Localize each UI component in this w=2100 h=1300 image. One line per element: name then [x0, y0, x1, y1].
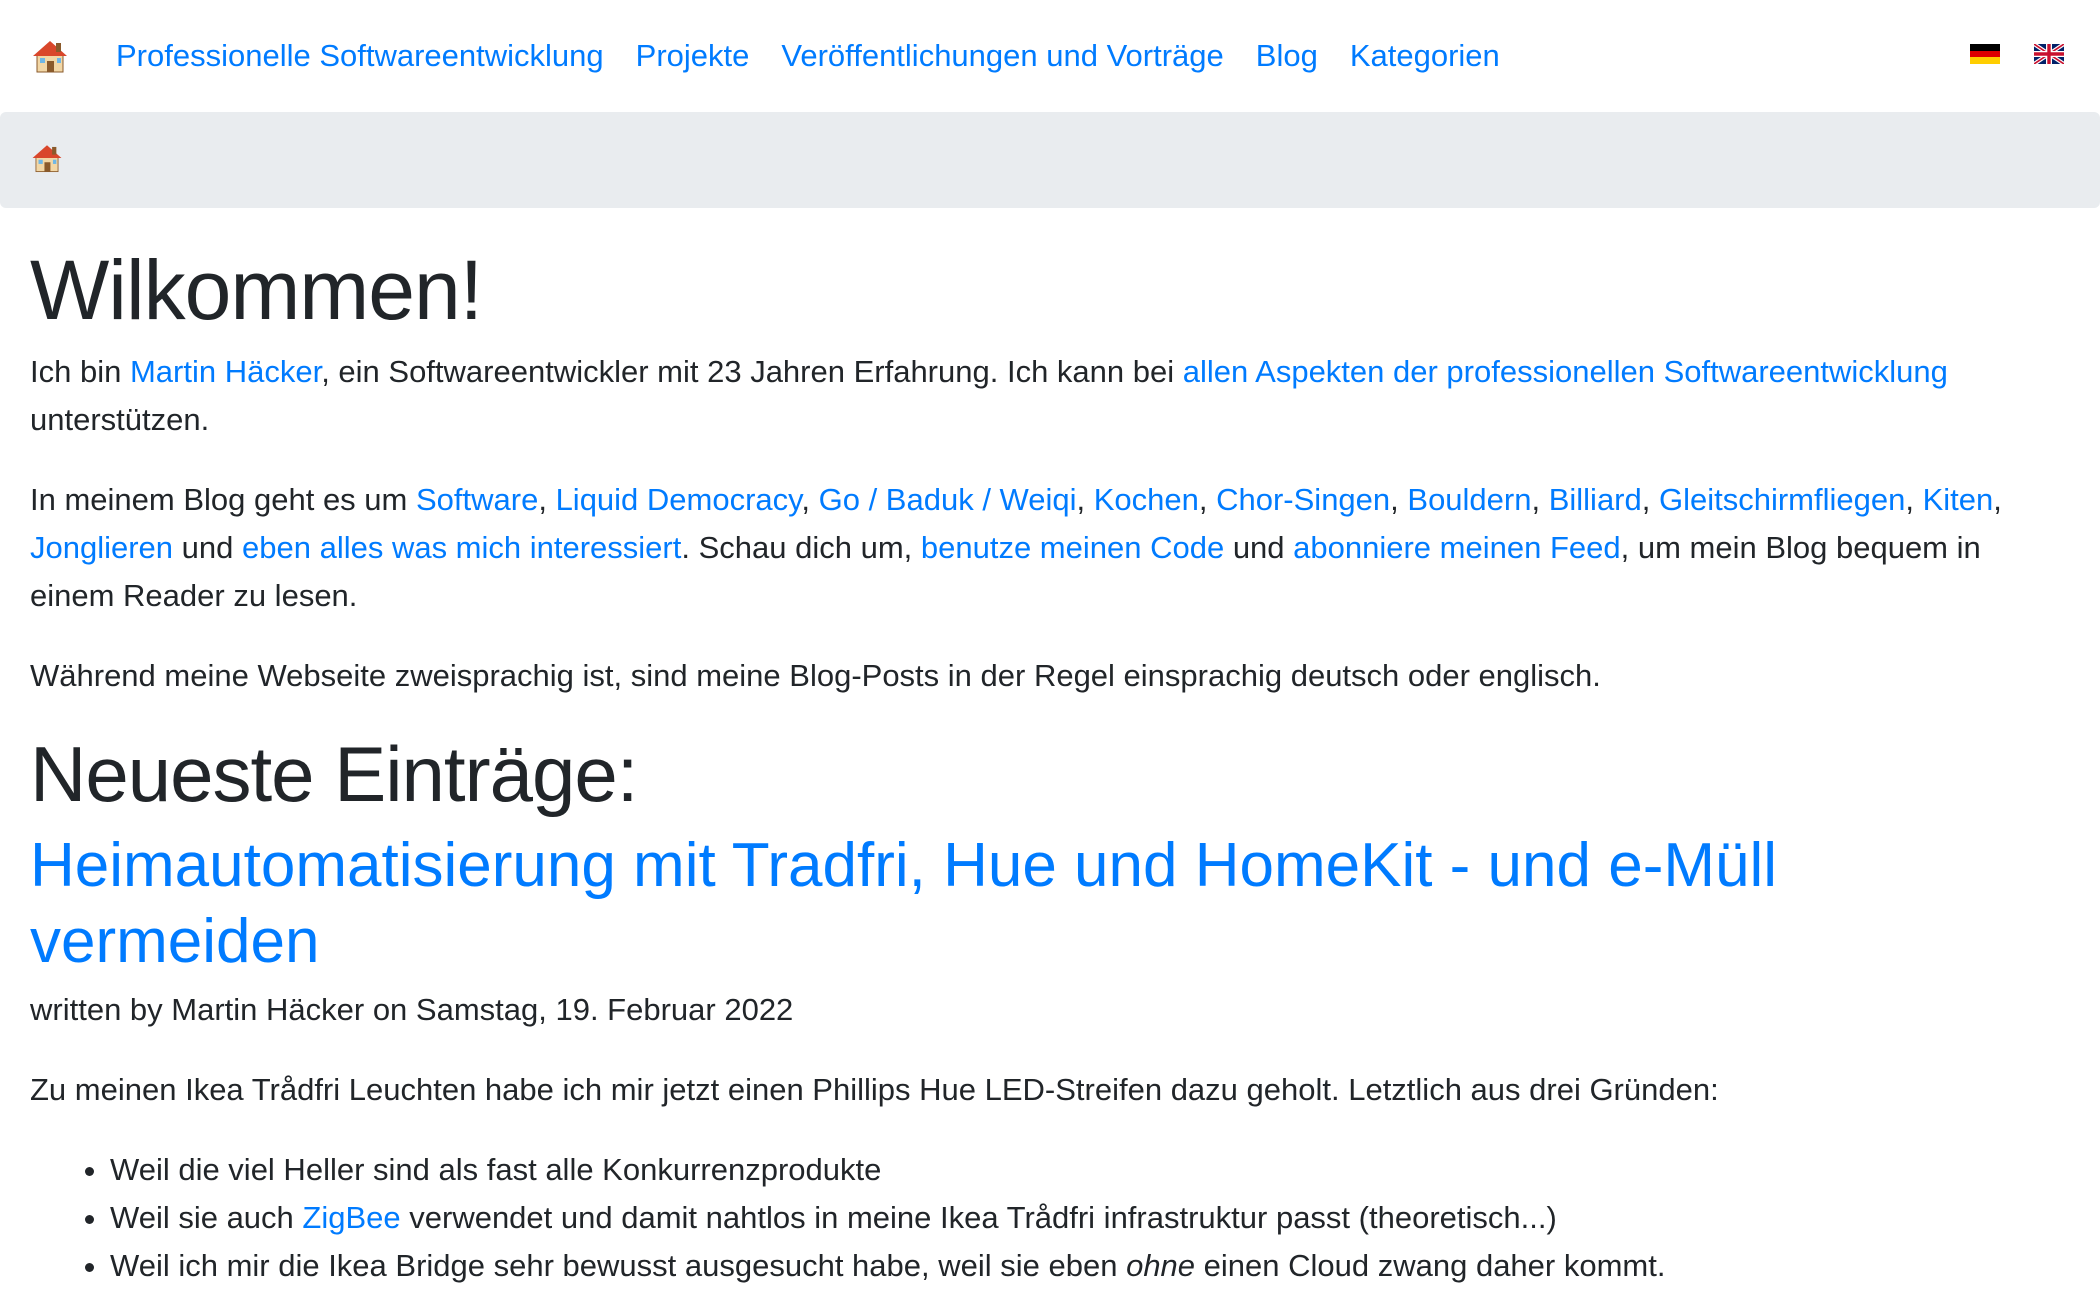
professional-dev-link[interactable]: allen Aspekten der professionellen Softw… [1183, 354, 1948, 389]
intro-text-3: unterstützen. [30, 402, 210, 438]
post-intro: Zu meinen Ikea Trådfri Leuchten habe ich… [30, 1072, 1719, 1108]
nav-categories[interactable]: Kategorien [1350, 38, 1500, 74]
topic-link-jonglieren[interactable]: Jonglieren [30, 530, 173, 565]
separator: , [1198, 482, 1217, 518]
topic-link-chor-singen[interactable]: Chor-Singen [1216, 482, 1390, 517]
nav-blog[interactable]: Blog [1256, 38, 1318, 74]
language-switcher [1970, 0, 2064, 112]
feed-link[interactable]: abonniere meinen Feed [1293, 530, 1620, 565]
list-item: Weil sie auch ZigBee verwendet und damit… [110, 1194, 2070, 1242]
home-link[interactable] [30, 36, 70, 76]
post-byline: written by Martin Häcker on Samstag, 19.… [30, 992, 794, 1028]
topic-link-kiten[interactable]: Kiten [1923, 482, 1994, 517]
list-item-text: einen Cloud zwang daher kommt. [1195, 1248, 1666, 1284]
list-item-text: verwendet und damit nahtlos in meine Ike… [400, 1200, 1557, 1236]
main-content: Wilkommen! Ich bin Martin Häcker, ein So… [0, 244, 2100, 1290]
intro-paragraph: Ich bin Martin Häcker, ein Softwareentwi… [30, 348, 2070, 444]
intro-text-2: , ein Softwareentwickler mit 23 Jahren E… [321, 354, 1183, 390]
post-title: Heimautomatisierung mit Tradfri, Hue und… [30, 828, 2070, 980]
latest-entries-heading: Neueste Einträge: [30, 730, 638, 819]
separator: , [1641, 482, 1659, 518]
topic-link-go[interactable]: Go / Baduk / Weiqi [819, 482, 1077, 517]
blog-post: Heimautomatisierung mit Tradfri, Hue und… [30, 828, 2070, 1290]
nav-publications[interactable]: Veröffentlichungen und Vorträge [781, 38, 1223, 74]
intro-text-1: Ich bin [30, 354, 130, 390]
top-navbar: Professionelle Softwareentwicklung Proje… [0, 0, 2100, 112]
conjunction-text: und [173, 530, 242, 566]
separator: , [1076, 482, 1094, 518]
list-item-text: Weil sie auch [110, 1200, 303, 1236]
breadcrumb [0, 112, 2100, 208]
post-reasons-list: Weil die viel Heller sind als fast alle … [30, 1146, 2070, 1290]
uk-flag-icon [2034, 43, 2064, 64]
separator: , [801, 482, 819, 518]
blog-topics-paragraph: In meinem Blog geht es um Software, Liqu… [30, 476, 2070, 620]
topic-link-kochen[interactable]: Kochen [1094, 482, 1199, 517]
topic-link-bouldern[interactable]: Bouldern [1407, 482, 1531, 517]
list-item-text: Weil ich mir die Ikea Bridge sehr bewuss… [110, 1248, 1127, 1284]
breadcrumb-home-link[interactable] [30, 141, 64, 180]
separator: , [1390, 482, 1408, 518]
language-german-link[interactable] [1970, 43, 2000, 69]
nav-projects[interactable]: Projekte [636, 38, 750, 74]
separator: , [1531, 482, 1549, 518]
nav-professional-dev[interactable]: Professionelle Softwareentwicklung [116, 38, 604, 74]
separator: , [1993, 482, 2002, 518]
author-link[interactable]: Martin Häcker [130, 354, 321, 389]
german-flag-icon [1970, 43, 2000, 64]
page-title: Wilkommen! [30, 243, 483, 337]
topic-link-gleitschirmfliegen[interactable]: Gleitschirmfliegen [1659, 482, 1905, 517]
house-icon [33, 41, 67, 73]
language-english-link[interactable] [2034, 43, 2064, 69]
language-note: Während meine Webseite zweisprachig ist,… [30, 658, 1601, 694]
topics-text-2: . Schau dich um, [681, 530, 921, 566]
main-nav: Professionelle Softwareentwicklung Proje… [116, 38, 1532, 74]
list-item: Weil ich mir die Ikea Bridge sehr bewuss… [110, 1242, 2070, 1290]
topics-text-1: In meinem Blog geht es um [30, 482, 416, 518]
topic-link-everything[interactable]: eben alles was mich interessiert [242, 530, 681, 565]
topic-link-liquid-democracy[interactable]: Liquid Democracy [556, 482, 802, 517]
topic-link-billiard[interactable]: Billiard [1549, 482, 1642, 517]
emphasis-text: ohne [1126, 1248, 1196, 1284]
house-icon [32, 144, 62, 172]
list-item: Weil die viel Heller sind als fast alle … [110, 1146, 2070, 1194]
separator: , [1905, 482, 1923, 518]
code-link[interactable]: benutze meinen Code [921, 530, 1224, 565]
zigbee-link[interactable]: ZigBee [302, 1200, 400, 1235]
post-title-link[interactable]: Heimautomatisierung mit Tradfri, Hue und… [30, 831, 1777, 976]
topic-link-software[interactable]: Software [416, 482, 538, 517]
separator: , [538, 482, 556, 518]
conjunction-text: und [1224, 530, 1294, 566]
